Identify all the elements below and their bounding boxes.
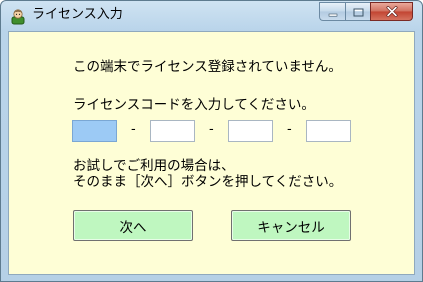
enter-code-instruction: ライセンスコードを入力してください。 (73, 97, 315, 113)
license-input-window: ライセンス入力 この端末でライセンス登録されていません。 ライセンスコードを入力… (0, 0, 423, 282)
code-separator: - (131, 122, 136, 137)
title-bar[interactable]: ライセンス入力 (1, 1, 422, 31)
minimize-button[interactable] (319, 2, 345, 21)
license-code-field-1[interactable] (72, 120, 117, 142)
window-title: ライセンス入力 (32, 7, 123, 22)
minimize-icon (328, 2, 338, 21)
code-separator: - (287, 122, 292, 137)
maximize-icon (353, 2, 364, 21)
not-registered-message: この端末でライセンス登録されていません。 (73, 59, 342, 75)
license-code-field-2[interactable] (150, 120, 195, 142)
trial-message-line-2: そのまま［次へ］ボタンを押してください。 (73, 174, 343, 190)
caption-buttons (319, 2, 413, 21)
trial-message-line-1: お試しでご利用の場合は、 (73, 158, 235, 174)
license-code-field-3[interactable] (228, 120, 273, 142)
close-icon (386, 2, 398, 21)
license-code-field-4[interactable] (306, 120, 351, 142)
close-button[interactable] (370, 2, 413, 21)
green-person-icon (9, 7, 27, 25)
code-separator: - (209, 122, 214, 137)
cancel-button[interactable]: キャンセル (231, 210, 351, 241)
next-button[interactable]: 次へ (73, 210, 193, 241)
dialog-body: この端末でライセンス登録されていません。 ライセンスコードを入力してください。 … (8, 31, 415, 275)
maximize-button[interactable] (345, 2, 370, 21)
